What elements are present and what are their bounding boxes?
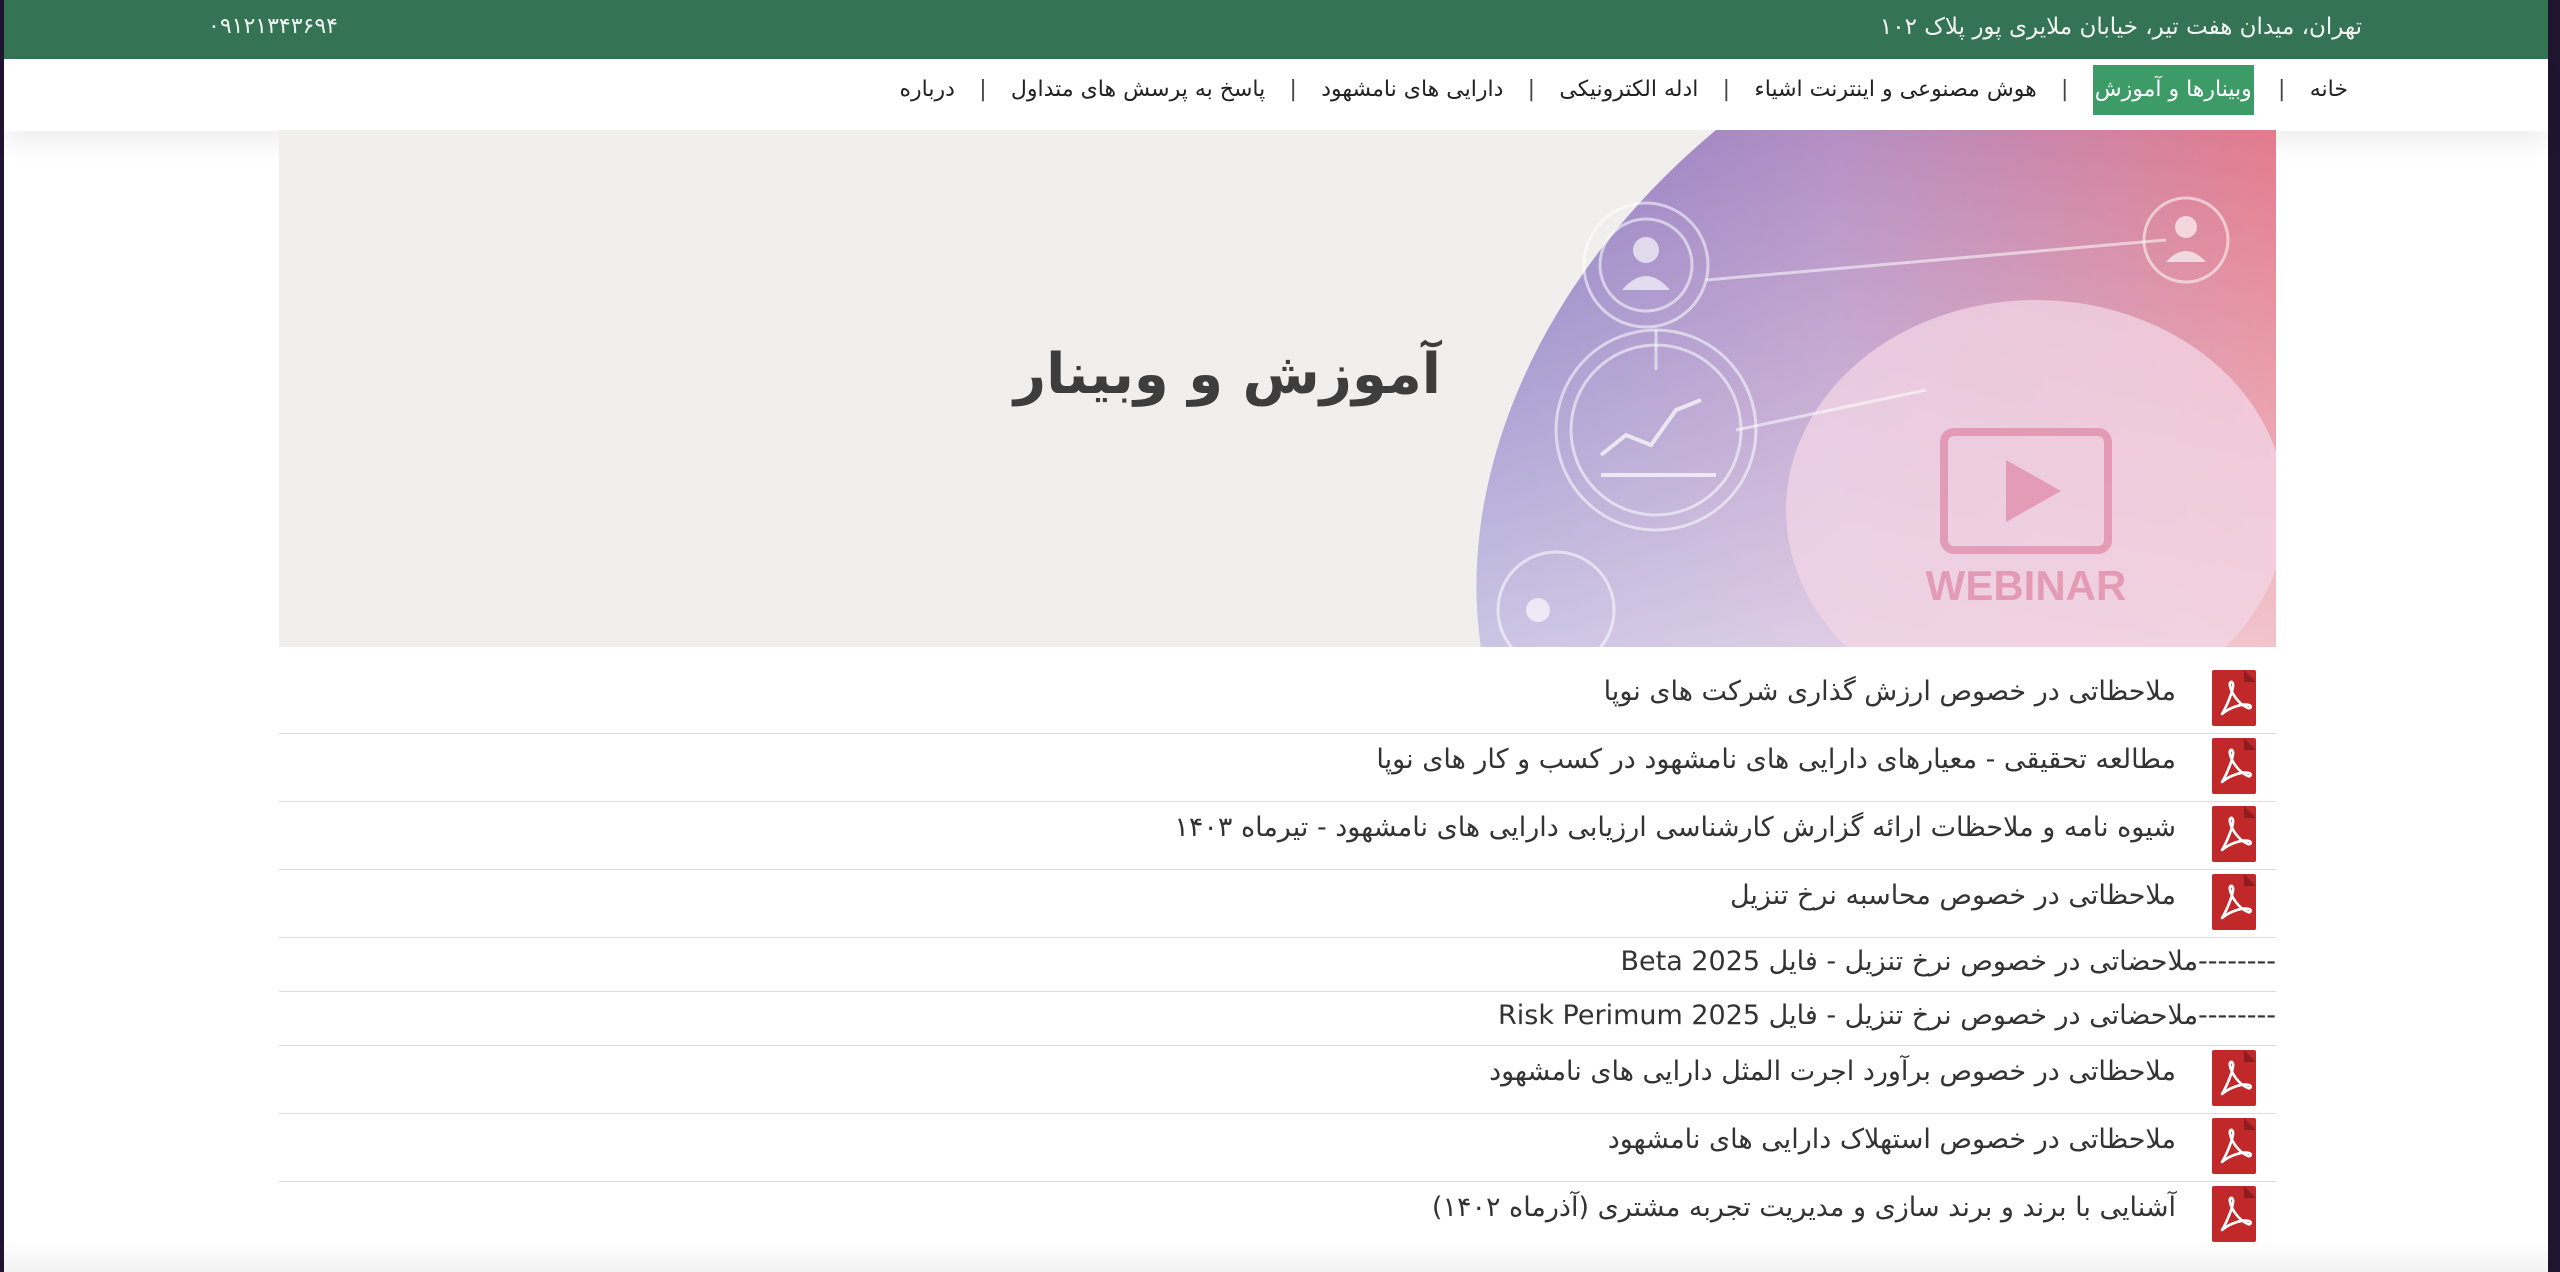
hero-banner: آموزش و وبینار WEBINAR — [279, 130, 2276, 647]
nav-item-5[interactable]: پاسخ به پرسش های متداول — [1011, 65, 1265, 115]
nav-item-3[interactable]: ادله الکترونیکی — [1559, 65, 1698, 115]
nav-item-4[interactable]: دارایی های نامشهود — [1321, 65, 1503, 115]
document-link[interactable]: مطالعه تحقیقی - معیارهای دارایی های نامش… — [1376, 744, 2176, 775]
nav-item-1[interactable]: وبینارها و آموزش — [2092, 65, 2254, 115]
document-link[interactable]: آشنایی با برند و برند سازی و مدیریت تجرب… — [1432, 1192, 2176, 1223]
document-link[interactable]: ملاحظاتی در خصوص محاسبه نرخ تنزیل — [1730, 880, 2176, 911]
document-row[interactable]: ملاحظاتی در خصوص برآورد اجرت المثل دارای… — [279, 1046, 2276, 1114]
document-row[interactable]: --------ملاحضاتی در خصوص نرخ تنزیل - فای… — [279, 992, 2276, 1046]
pdf-icon — [2212, 670, 2256, 726]
nav-menu: خانه | وبینارها و آموزش | هوش مصنوعی و اینتر… — [900, 65, 2348, 115]
pdf-icon — [2212, 874, 2256, 930]
document-link[interactable]: --------ملاحضاتی در خصوص نرخ تنزیل - فای… — [1498, 1000, 2276, 1031]
pdf-icon — [2212, 738, 2256, 794]
nav-separator: | — [979, 77, 987, 102]
window-edge-left — [0, 0, 4, 1272]
nav-item-0[interactable]: خانه — [2310, 65, 2348, 115]
nav-separator: | — [2278, 77, 2286, 102]
bottom-fade — [4, 1240, 2548, 1272]
document-link[interactable]: ملاحظاتی در خصوص ارزش گذاری شرکت های نوپ… — [1604, 676, 2176, 707]
window-edge-right — [2548, 0, 2560, 1272]
document-row[interactable]: ملاحظاتی در خصوص استهلاک دارایی های نامش… — [279, 1114, 2276, 1182]
document-row[interactable]: ملاحظاتی در خصوص ارزش گذاری شرکت های نوپ… — [279, 666, 2276, 734]
pdf-icon — [2212, 1050, 2256, 1106]
webinar-banner-image: WEBINAR — [1476, 130, 2276, 647]
document-link[interactable]: ملاحظاتی در خصوص برآورد اجرت المثل دارای… — [1489, 1056, 2176, 1087]
webinar-label: WEBINAR — [1926, 562, 2127, 609]
document-row[interactable]: آشنایی با برند و برند سازی و مدیریت تجرب… — [279, 1182, 2276, 1249]
document-row[interactable]: شیوه نامه و ملاحظات ارائه گزارش کارشناسی… — [279, 802, 2276, 870]
nav-separator: | — [1527, 77, 1536, 102]
main-navigation: خانه | وبینارها و آموزش | هوش مصنوعی و اینتر… — [4, 59, 2548, 131]
document-link[interactable]: ملاحظاتی در خصوص استهلاک دارایی های نامش… — [1608, 1124, 2176, 1155]
nav-separator: | — [1722, 77, 1731, 102]
document-row[interactable]: --------ملاحضاتی در خصوص نرخ تنزیل - فای… — [279, 938, 2276, 992]
page-title: آموزش و وبینار — [1013, 342, 1441, 407]
nav-item-2[interactable]: هوش مصنوعی و اینترنت اشیاء — [1754, 65, 2036, 115]
pdf-icon — [2212, 1186, 2256, 1242]
document-link[interactable]: --------ملاحضاتی در خصوص نرخ تنزیل - فای… — [1621, 946, 2276, 977]
nav-separator: | — [1289, 77, 1297, 102]
phone-number[interactable]: ۰۹۱۲۱۳۴۳۶۹۴ — [208, 14, 338, 39]
nav-item-6[interactable]: درباره — [900, 65, 955, 115]
document-row[interactable]: ملاحظاتی در خصوص محاسبه نرخ تنزیل — [279, 870, 2276, 938]
document-row[interactable]: مطالعه تحقیقی - معیارهای دارایی های نامش… — [279, 734, 2276, 802]
document-link[interactable]: شیوه نامه و ملاحظات ارائه گزارش کارشناسی… — [1174, 812, 2176, 843]
address-text: تهران، میدان هفت تیر، خیابان ملایری پور … — [1879, 14, 2362, 40]
pdf-icon — [2212, 806, 2256, 862]
document-list: ملاحظاتی در خصوص ارزش گذاری شرکت های نوپ… — [279, 666, 2276, 1249]
nav-separator: | — [2061, 77, 2069, 102]
pdf-icon — [2212, 1118, 2256, 1174]
top-contact-bar: تهران، میدان هفت تیر، خیابان ملایری پور … — [4, 0, 2548, 59]
